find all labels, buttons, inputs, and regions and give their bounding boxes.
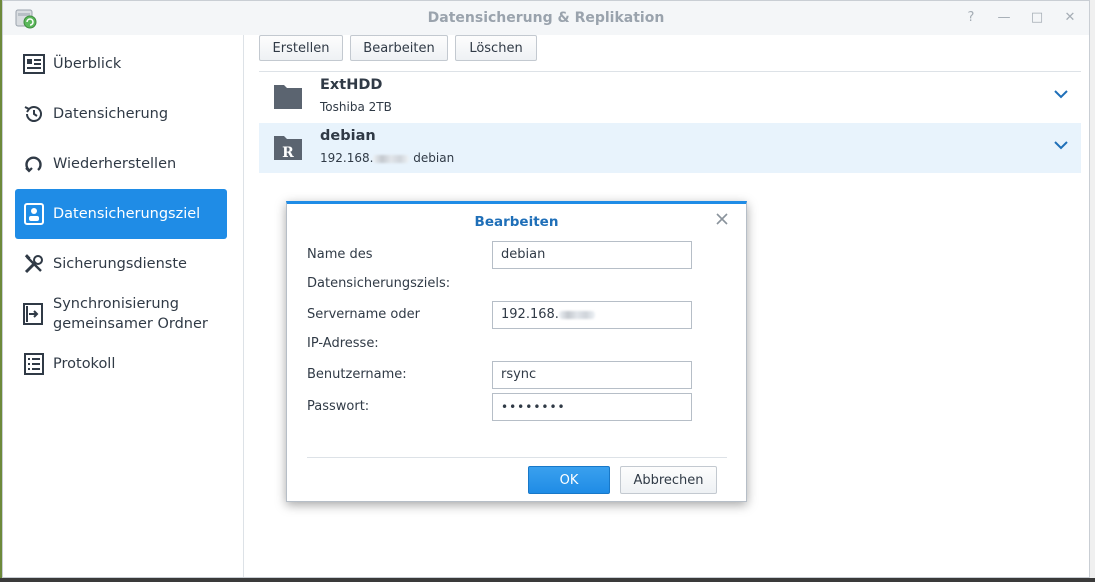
destination-name-field[interactable]: debian	[492, 241, 692, 269]
redacted-ip	[558, 310, 595, 319]
sidebar-item-restore[interactable]: Wiederherstellen	[15, 139, 227, 189]
sidebar-item-shared-folder-sync[interactable]: Synchronisierung gemeinsamer Ordner	[15, 289, 227, 339]
destination-row[interactable]: ExtHDD Toshiba 2TB	[259, 72, 1081, 122]
username-label: Benutzername:	[307, 367, 407, 382]
sidebar-item-label: Protokoll	[53, 356, 116, 372]
cancel-button[interactable]: Abbrechen	[620, 466, 717, 494]
desktop-edge-bottom	[0, 578, 1095, 582]
sidebar-item-log[interactable]: Protokoll	[15, 339, 227, 389]
window-title: Datensicherung & Replikation	[427, 10, 665, 26]
sidebar-item-label: Überblick	[53, 56, 122, 72]
sidebar-item-label: Datensicherung	[53, 106, 169, 122]
edit-dialog: Bearbeiten Name des Datensicherungsziels…	[286, 201, 747, 502]
create-button[interactable]: Erstellen	[259, 35, 343, 61]
backup-history-icon	[23, 103, 45, 125]
close-icon[interactable]	[714, 211, 730, 227]
close-icon[interactable]: ✕	[1059, 7, 1081, 29]
title-bar[interactable]: Datensicherung & Replikation ? — □ ✕	[3, 1, 1089, 35]
edit-button[interactable]: Bearbeiten	[350, 35, 448, 61]
restore-icon	[23, 153, 45, 175]
password-field[interactable]: ••••••••	[492, 393, 692, 421]
sidebar-item-services[interactable]: Sicherungsdienste	[15, 239, 227, 289]
rsync-folder-icon: R	[274, 136, 302, 161]
destination-name: debian	[320, 128, 376, 144]
desktop-edge-right	[1090, 0, 1095, 582]
ok-button[interactable]: OK	[528, 466, 610, 494]
rsync-badge: R	[282, 145, 294, 161]
destination-row[interactable]: R debian 192.168. debian	[259, 123, 1081, 173]
help-icon[interactable]: ?	[960, 7, 982, 29]
redacted-ip	[373, 154, 410, 163]
destination-module: debian	[413, 151, 455, 165]
sidebar: Überblick Datensicherung Wiederherstelle…	[3, 35, 244, 577]
sync-folder-icon	[23, 303, 45, 325]
overview-icon	[23, 53, 45, 75]
destination-ip: 192.168.	[320, 151, 374, 165]
destination-icon	[23, 203, 45, 225]
sidebar-item-label: Sicherungsdienste	[53, 256, 187, 272]
sidebar-item-label: Synchronisierung gemeinsamer Ordner	[53, 296, 208, 332]
server-label-line1: Servername oder	[307, 307, 420, 322]
destination-description: Toshiba 2TB	[320, 100, 392, 114]
server-address-value: 192.168.	[501, 307, 559, 322]
minimize-icon[interactable]: —	[993, 7, 1015, 29]
server-address-field[interactable]: 192.168.	[492, 301, 692, 329]
name-label-line1: Name des	[307, 247, 373, 262]
password-label: Passwort:	[307, 399, 370, 414]
sidebar-item-label: Datensicherungsziel	[53, 206, 201, 222]
server-label-line2: IP-Adresse:	[307, 336, 379, 351]
folder-icon	[274, 85, 302, 109]
dialog-divider	[307, 457, 727, 458]
name-label-line2: Datensicherungsziels:	[307, 276, 451, 291]
chevron-down-icon[interactable]	[1053, 137, 1069, 153]
destination-name: ExtHDD	[320, 77, 383, 93]
delete-button[interactable]: Löschen	[455, 35, 537, 61]
sidebar-item-overview[interactable]: Überblick	[15, 39, 227, 89]
destination-description: 192.168. debian	[320, 151, 454, 165]
sidebar-item-label: Wiederherstellen	[53, 156, 177, 172]
sidebar-item-destination[interactable]: Datensicherungsziel	[15, 189, 227, 239]
tools-icon	[23, 253, 45, 275]
maximize-icon[interactable]: □	[1026, 7, 1048, 29]
app-window: Datensicherung & Replikation ? — □ ✕ Übe…	[2, 0, 1090, 578]
dialog-title: Bearbeiten	[474, 214, 559, 230]
chevron-down-icon[interactable]	[1053, 86, 1069, 102]
username-field[interactable]: rsync	[492, 361, 692, 389]
log-icon	[23, 353, 45, 375]
sidebar-item-backup[interactable]: Datensicherung	[15, 89, 227, 139]
